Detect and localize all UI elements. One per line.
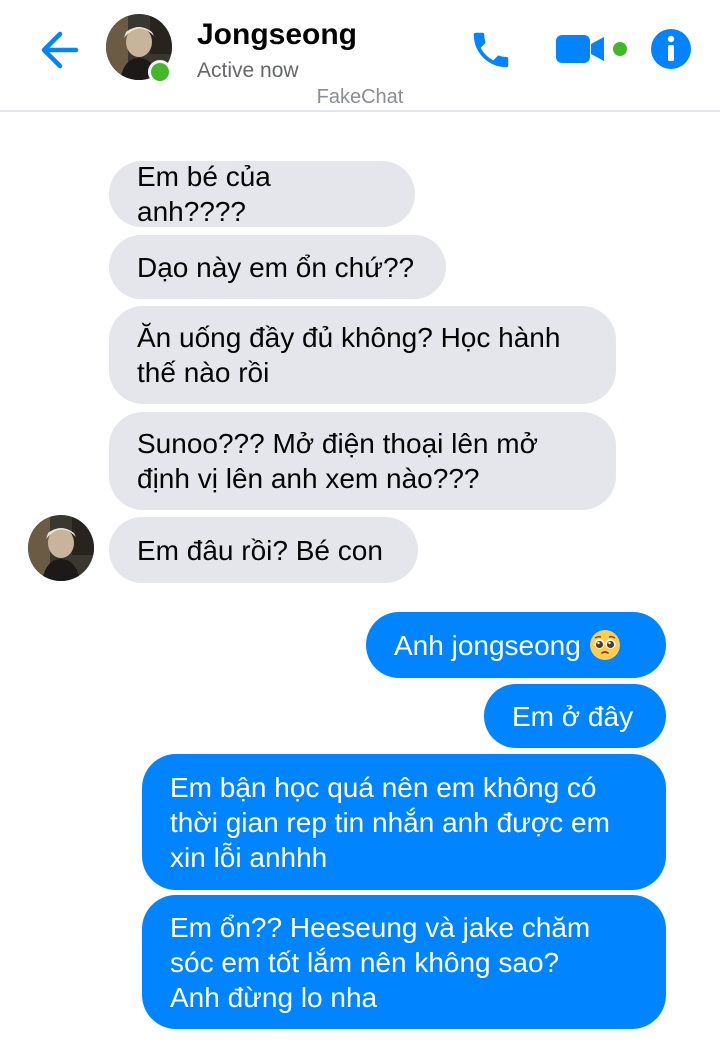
- contact-name[interactable]: Jongseong: [197, 18, 357, 52]
- message-bubble-incoming[interactable]: Dạo này em ổn chứ??: [109, 235, 446, 299]
- message-text: Em bé của anh????: [137, 161, 271, 227]
- video-camera-icon[interactable]: [554, 30, 630, 68]
- message-bubble-incoming[interactable]: Sunoo??? Mở điện thoại lên mở định vị lê…: [109, 412, 616, 510]
- contact-status: Active now: [197, 59, 299, 82]
- message-bubble-outgoing[interactable]: Anh jongseong: [366, 612, 666, 678]
- info-icon[interactable]: [650, 28, 692, 70]
- phone-icon[interactable]: [468, 27, 514, 73]
- watermark-label: FakeChat: [316, 86, 404, 108]
- back-arrow-icon[interactable]: [36, 28, 80, 72]
- message-text: Dạo này em ổn chứ??: [137, 251, 415, 283]
- sender-avatar[interactable]: [28, 515, 94, 581]
- message-text: Em ở đây: [512, 700, 634, 732]
- pleading-face-icon: [589, 629, 621, 661]
- active-status-dot: [148, 60, 172, 84]
- message-text: Em đâu rồi? Bé con: [137, 534, 383, 566]
- message-bubble-incoming[interactable]: Ăn uống đầy đủ không? Học hành thế nào r…: [109, 306, 616, 404]
- message-text: Sunoo??? Mở điện thoại lên mở định vị lê…: [137, 428, 538, 494]
- message-text: Em bận học quá nên em không có thời gian…: [170, 771, 610, 873]
- chat-header: Jongseong Active now FakeChat: [0, 0, 720, 112]
- message-bubble-outgoing[interactable]: Em ở đây: [484, 684, 666, 748]
- message-bubble-incoming[interactable]: Em bé của anh????: [109, 161, 415, 227]
- message-bubble-incoming[interactable]: Em đâu rồi? Bé con: [109, 517, 418, 583]
- message-text: Ăn uống đầy đủ không? Học hành thế nào r…: [137, 322, 561, 388]
- message-bubble-outgoing[interactable]: Em bận học quá nên em không có thời gian…: [142, 754, 666, 890]
- message-text: Em ổn?? Heeseung và jake chăm sóc em tốt…: [170, 911, 591, 1013]
- message-text: Anh jongseong: [394, 629, 581, 661]
- message-bubble-outgoing[interactable]: Em ổn?? Heeseung và jake chăm sóc em tốt…: [142, 895, 666, 1029]
